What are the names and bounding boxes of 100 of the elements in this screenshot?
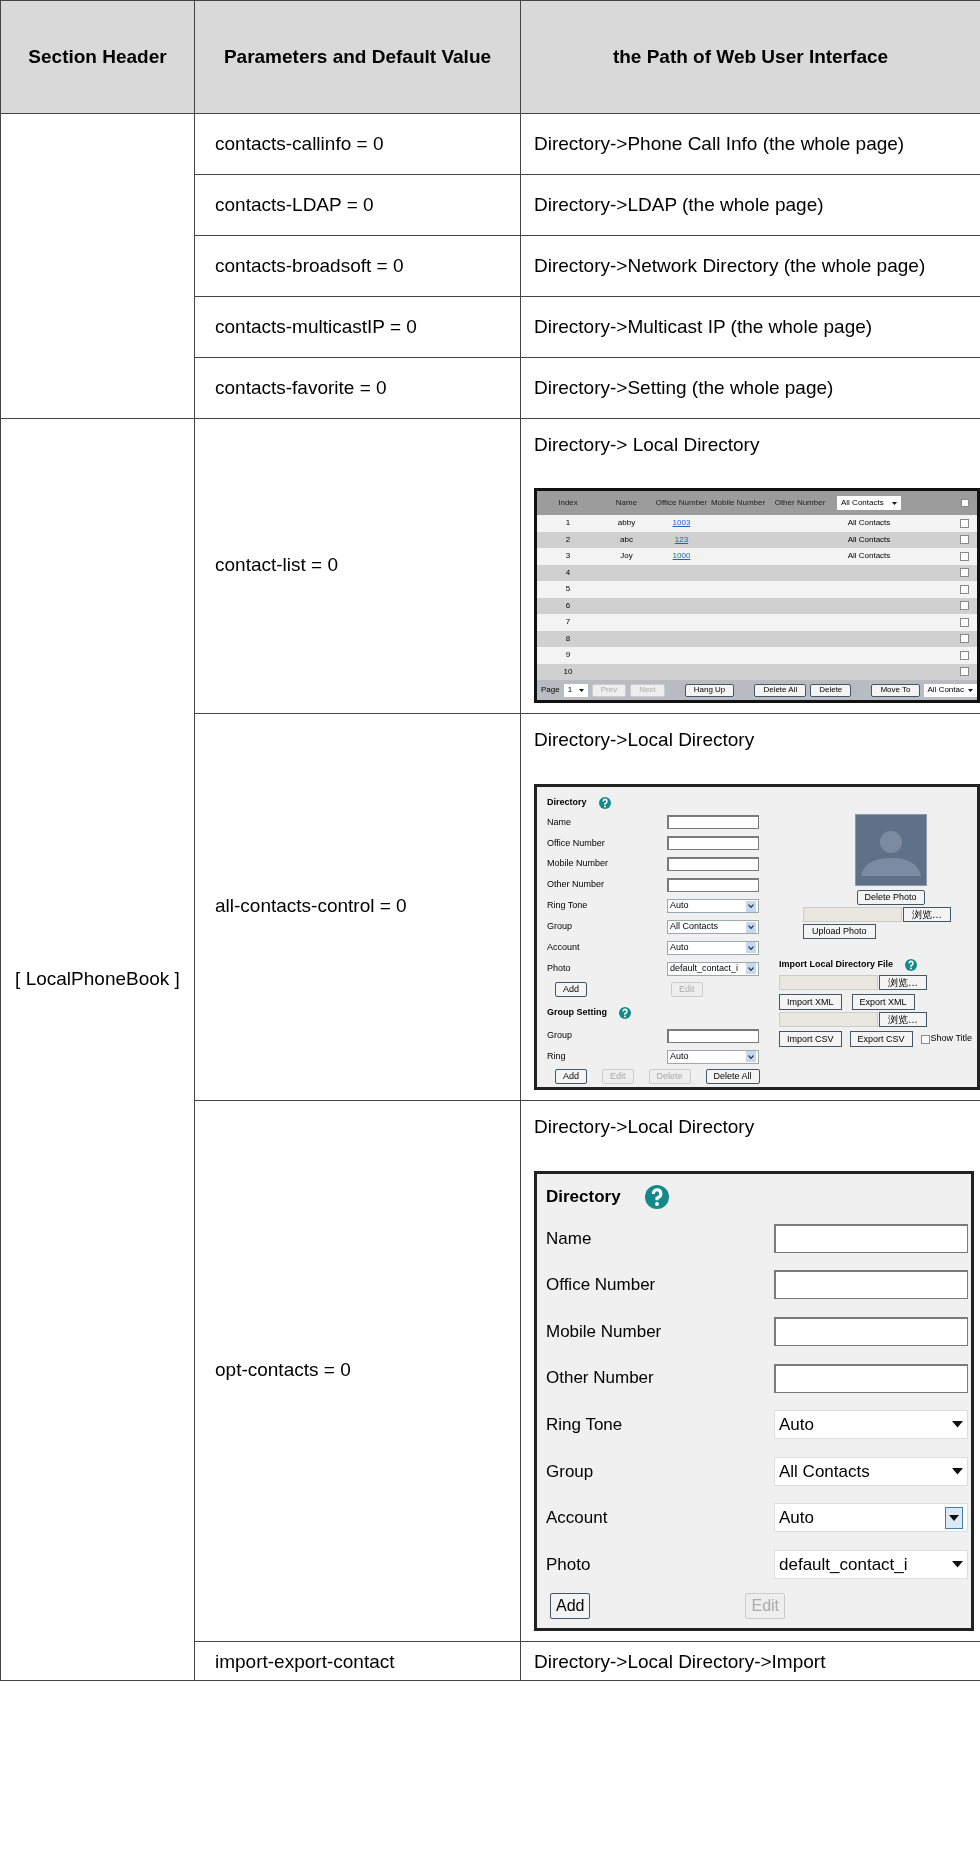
checkbox[interactable] — [960, 535, 969, 545]
field-label: Other Number — [547, 878, 605, 892]
checkbox[interactable] — [960, 551, 969, 561]
field-label: Ring Tone — [547, 899, 588, 913]
column-header: Index — [557, 497, 579, 509]
parameter-text: contacts-multicastIP = 0 — [215, 316, 417, 337]
parameter-text: contacts-callinfo = 0 — [215, 133, 384, 154]
checkbox[interactable] — [961, 499, 969, 507]
column-header: Office Number — [654, 497, 709, 509]
group-filter-select[interactable]: All Contacts — [837, 496, 901, 510]
number-link[interactable]: 123 — [674, 534, 689, 544]
dropdown-caret-icon — [952, 1467, 963, 1475]
text-field[interactable] — [667, 836, 759, 851]
field-label: Photo — [547, 962, 571, 976]
chevron-down-icon — [748, 925, 754, 929]
checkbox[interactable] — [960, 601, 969, 611]
file-path-field[interactable] — [779, 1012, 878, 1027]
table-cell-text: 8 — [564, 632, 572, 645]
number-link[interactable]: 1003 — [672, 518, 691, 528]
table-cell-text: 6 — [564, 599, 572, 612]
dropdown-field[interactable]: default_contact_i — [774, 1549, 968, 1579]
browse-button[interactable]: 浏览… — [903, 907, 951, 922]
move-target-select[interactable]: All Contac — [923, 683, 977, 697]
checkbox[interactable] — [960, 634, 969, 644]
text-field[interactable] — [667, 815, 759, 830]
button[interactable]: Delete — [810, 683, 852, 697]
table-cell-text: 9 — [564, 649, 572, 662]
browse-button[interactable]: 浏览… — [879, 1012, 927, 1027]
dropdown-caret-icon — [949, 1514, 959, 1521]
checkbox[interactable] — [960, 518, 969, 528]
table-cell-text: All Contacts — [846, 550, 892, 563]
dropdown-caret-icon — [952, 1561, 963, 1568]
field-label: Group — [546, 1460, 594, 1483]
checkbox[interactable] — [960, 584, 969, 594]
button[interactable]: Add — [550, 1592, 591, 1619]
table-cell-text: abby — [616, 517, 637, 530]
parameter-text: contact-list = 0 — [215, 554, 339, 575]
text-field[interactable] — [774, 1363, 968, 1393]
help-icon — [619, 1007, 631, 1020]
path-text: Directory->Local Directory->Import — [534, 1649, 827, 1674]
path-text: Directory->Local Directory — [534, 1115, 756, 1139]
text-field[interactable] — [667, 878, 759, 893]
button[interactable]: Export CSV — [849, 1031, 913, 1047]
table-cell-text: Joy — [619, 550, 634, 563]
button[interactable]: Add — [555, 1069, 587, 1085]
button[interactable]: Hang Up — [684, 683, 735, 697]
checkbox[interactable] — [920, 1034, 930, 1044]
dropdown-field[interactable]: All Contacts — [667, 920, 759, 934]
file-path-field[interactable] — [803, 907, 902, 922]
checkbox-label: Show Title — [930, 1032, 973, 1046]
table-cell-text: 7 — [564, 616, 572, 629]
dropdown-field[interactable]: Auto — [774, 1503, 968, 1533]
path-text: Directory->LDAP (the whole page) — [534, 193, 825, 217]
button[interactable]: Delete Photo — [856, 890, 925, 905]
chevron-down-icon — [748, 966, 754, 971]
text-field[interactable] — [774, 1270, 968, 1300]
dropdown-field[interactable]: Auto — [667, 899, 759, 914]
dropdown-field[interactable]: All Contacts — [774, 1456, 968, 1486]
field-label: Office Number — [546, 1274, 656, 1297]
button[interactable]: Add — [555, 981, 587, 997]
checkbox[interactable] — [960, 568, 969, 578]
upload-photo-button[interactable]: Upload Photo — [803, 924, 876, 939]
button[interactable]: Export XML — [851, 994, 915, 1010]
field-label: Group — [547, 1028, 572, 1042]
parameter-text: contacts-favorite = 0 — [215, 377, 387, 398]
field-label: Group — [547, 920, 572, 934]
checkbox[interactable] — [960, 667, 969, 677]
button[interactable]: Move To — [871, 683, 920, 697]
text-field[interactable] — [667, 857, 759, 872]
dropdown-field[interactable]: default_contact_i — [667, 961, 759, 976]
dropdown-field[interactable]: Auto — [667, 1049, 759, 1064]
file-path-field[interactable] — [779, 975, 878, 990]
path-text: Directory->Network Directory (the whole page) — [534, 254, 927, 278]
page-select[interactable]: 1 — [563, 683, 588, 697]
table-cell-text: abc — [619, 533, 634, 546]
button[interactable]: Delete All — [754, 683, 807, 697]
field-label: Photo — [546, 1553, 591, 1576]
help-icon — [905, 959, 918, 971]
column-header: Parameters and Default Value — [223, 46, 492, 67]
form-title: Directory — [547, 796, 587, 810]
dropdown-caret-icon — [952, 1421, 963, 1428]
text-field[interactable] — [774, 1317, 968, 1346]
column-header: Name — [614, 497, 639, 509]
dropdown-caret-icon — [892, 501, 897, 505]
number-link[interactable]: 1000 — [672, 551, 691, 561]
dropdown-field[interactable]: Auto — [774, 1410, 968, 1440]
button[interactable]: Delete All — [705, 1069, 760, 1085]
button[interactable]: Import XML — [779, 994, 842, 1010]
browse-button[interactable]: 浏览… — [879, 975, 927, 990]
checkbox[interactable] — [960, 617, 969, 627]
section-header: [ LocalPhoneBook ] — [14, 967, 181, 992]
dropdown-field[interactable]: Auto — [667, 940, 759, 955]
table-cell-text: 1 — [564, 517, 572, 530]
column-header: the Path of Web User Interface — [612, 46, 889, 67]
button[interactable]: Import CSV — [779, 1031, 842, 1047]
text-field[interactable] — [774, 1223, 968, 1253]
path-text: Directory-> Local Directory — [534, 433, 761, 457]
checkbox[interactable] — [960, 650, 969, 660]
table-cell-text: All Contacts — [846, 517, 892, 530]
text-field[interactable] — [667, 1028, 759, 1043]
